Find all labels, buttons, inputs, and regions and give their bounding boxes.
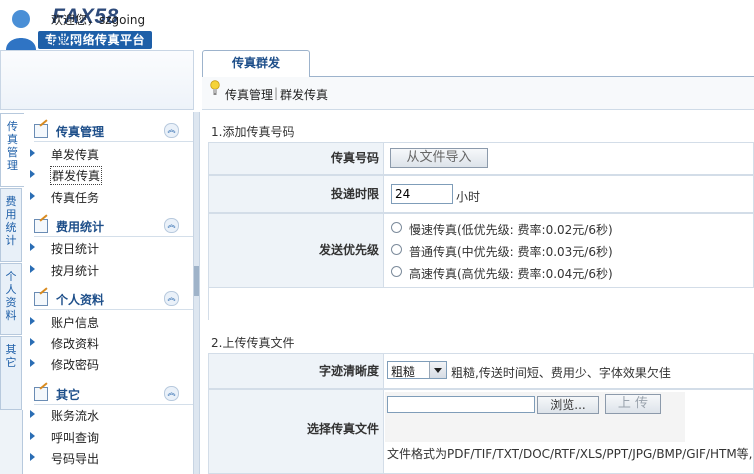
menu-item-label: 按月统计	[51, 264, 100, 278]
user-avatar-icon	[6, 10, 36, 50]
deadline-unit: 小时	[456, 190, 481, 204]
arrow-icon	[30, 410, 35, 418]
menu-item-label: 按日统计	[51, 242, 100, 256]
side-tab-filler	[0, 410, 23, 474]
deadline-input[interactable]	[391, 184, 453, 204]
menu-section-cost[interactable]: 费用统计 ︽	[34, 216, 194, 237]
lightbulb-icon	[210, 80, 220, 95]
menu-item-label: 账户信息	[51, 316, 100, 330]
file-label: 选择传真文件	[208, 389, 384, 474]
priority-normal-radio[interactable]	[391, 244, 402, 255]
logout-link[interactable]: [退出]	[51, 33, 84, 50]
clarity-select[interactable]: 粗糙	[387, 361, 447, 379]
menu-section-title: 传真管理	[56, 125, 105, 139]
arrow-icon	[30, 432, 35, 440]
menu-item-label: 单发传真	[51, 148, 100, 162]
side-tab-label: 其它	[5, 343, 17, 369]
side-tab-fax[interactable]: 传真管理	[0, 113, 24, 187]
menu-item-label: 传真任务	[51, 191, 100, 205]
side-tab-cost[interactable]: 费用统计	[0, 188, 22, 262]
deadline-label: 投递时限	[208, 175, 384, 213]
menu-item-label: 呼叫查询	[51, 431, 100, 445]
breadcrumb-fax-management[interactable]: 传真管理	[225, 86, 273, 103]
breadcrumb-separator: |	[274, 86, 279, 100]
file-path-input[interactable]	[387, 396, 535, 413]
menu-section-title: 费用统计	[56, 220, 105, 234]
collapse-icon[interactable]: ︽	[164, 123, 179, 138]
clarity-selected-value: 粗糙	[391, 365, 416, 379]
arrow-icon	[30, 359, 35, 367]
fax-number-label: 传真号码	[208, 142, 384, 175]
side-tab-profile[interactable]: 个人资料	[0, 263, 22, 335]
collapse-icon[interactable]: ︽	[164, 291, 179, 306]
menu-item-label: 修改资料	[51, 337, 100, 351]
collapse-icon[interactable]: ︽	[164, 386, 179, 401]
priority-normal-label: 普通传真(中优先级: 费率:0.03元/6秒)	[409, 245, 613, 259]
arrow-icon	[30, 338, 35, 346]
welcome-text: 欢迎您，szgoing	[51, 13, 146, 27]
menu-item-label: 群发传真	[50, 166, 103, 185]
menu-item-label: 修改密码	[51, 358, 100, 372]
priority-slow-label: 慢速传真(低优先级: 费率:0.02元/6秒)	[409, 223, 613, 237]
menu-section-fax[interactable]: 传真管理 ︽	[34, 121, 194, 142]
clarity-description: 粗糙,传送时间短、费用少、字体效果欠佳	[451, 366, 671, 380]
side-tab-label: 传真管理	[7, 120, 18, 172]
upload-button[interactable]: 上 传	[605, 394, 661, 414]
menu-section-title: 个人资料	[56, 293, 105, 307]
clarity-label: 字迹清晰度	[208, 353, 384, 389]
collapse-handle-icon[interactable]	[194, 266, 199, 296]
menu-item-label: 账务流水	[51, 409, 100, 423]
side-tab-label: 个人资料	[5, 270, 17, 322]
arrow-icon	[30, 317, 35, 325]
edit-icon	[34, 124, 48, 138]
collapse-icon[interactable]: ︽	[164, 218, 179, 233]
menu-item-label: 号码导出	[51, 452, 100, 466]
arrow-icon	[30, 265, 35, 273]
priority-fast-label: 高速传真(高优先级: 费率:0.04元/6秒)	[409, 267, 613, 281]
section-title: 2.上传传真文件	[211, 336, 295, 350]
arrow-icon	[30, 192, 35, 200]
arrow-icon	[30, 243, 35, 251]
sidebar-splitter[interactable]	[193, 112, 200, 474]
section-spacer	[208, 288, 754, 320]
import-from-file-button[interactable]: 从文件导入	[390, 148, 488, 168]
side-tab-label: 费用统计	[5, 195, 17, 247]
menu-section-other[interactable]: 其它 ︽	[34, 384, 194, 405]
edit-icon	[34, 292, 48, 306]
arrow-icon	[30, 170, 35, 178]
tab-group-fax[interactable]: 传真群发	[202, 50, 310, 77]
browse-button[interactable]: 浏览...	[537, 396, 599, 414]
edit-icon	[34, 219, 48, 233]
breadcrumb-group-fax[interactable]: 群发传真	[280, 86, 328, 103]
dropdown-arrow-icon[interactable]	[429, 362, 446, 378]
file-format-note: 文件格式为PDF/TIF/TXT/DOC/RTF/XLS/PPT/JPG/BMP…	[387, 447, 753, 461]
arrow-icon	[30, 149, 35, 157]
user-panel	[0, 50, 194, 110]
menu-section-profile[interactable]: 个人资料 ︽	[34, 289, 194, 310]
side-tab-other[interactable]: 其它	[0, 336, 22, 410]
priority-label: 发送优先级	[208, 213, 384, 288]
priority-fast-radio[interactable]	[391, 266, 402, 277]
section-title: 1.添加传真号码	[211, 125, 295, 139]
edit-icon	[34, 387, 48, 401]
priority-slow-radio[interactable]	[391, 222, 402, 233]
arrow-icon	[30, 453, 35, 461]
menu-section-title: 其它	[56, 388, 81, 402]
